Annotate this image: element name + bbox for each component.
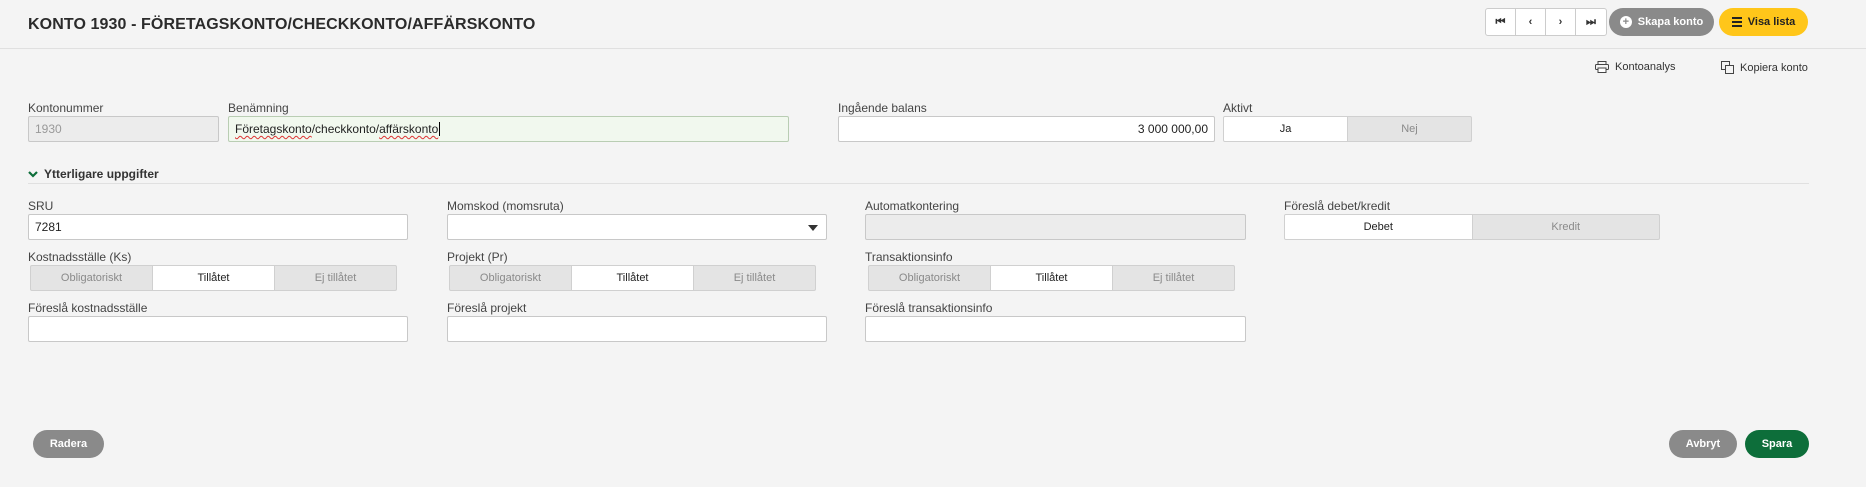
copy-account-link[interactable]: Kopiera konto [1721,61,1808,74]
debit-credit-toggle: Debet Kredit [1284,214,1660,240]
cost-center-policy: Obligatoriskt Tillåtet Ej tillåtet [30,265,397,291]
cost-center-not-allowed[interactable]: Ej tillåtet [275,266,396,290]
previous-record-icon[interactable]: ‹ [1516,9,1546,35]
create-account-label: Skapa konto [1637,16,1704,28]
project-mandatory[interactable]: Obligatoriskt [450,266,572,290]
cost-center-mandatory[interactable]: Obligatoriskt [31,266,153,290]
active-label: Aktivt [1223,101,1253,115]
name-label: Benämning [228,101,289,115]
chevron-down-icon [28,171,38,178]
additional-details-title: Ytterligare uppgifter [44,167,159,181]
auto-posting-label: Automatkontering [865,199,960,213]
transaction-mandatory[interactable]: Obligatoriskt [869,266,991,290]
printer-icon [1595,61,1609,73]
project-allowed[interactable]: Tillåtet [572,266,694,290]
delete-button[interactable]: Radera [33,430,104,458]
opening-balance-label: Ingående balans [838,101,927,115]
debit-credit-label: Föreslå debet/kredit [1284,199,1391,213]
name-field[interactable]: Företagskonto/checkkonto/affärskonto [228,116,789,142]
project-label: Projekt (Pr) [447,250,508,264]
opening-balance-field[interactable]: 3 000 000,00 [838,116,1215,142]
copy-account-label: Kopiera konto [1740,61,1808,74]
plus-icon: + [1619,16,1632,28]
show-list-label: Visa lista [1747,16,1796,28]
name-value-part3: affärskonto [379,122,439,136]
chevron-down-icon [808,225,818,231]
name-value-part1: Företagskonto [235,122,312,136]
project-not-allowed[interactable]: Ej tillåtet [694,266,815,290]
active-no-option[interactable]: Nej [1348,117,1471,141]
active-toggle: Ja Nej [1223,116,1472,142]
show-list-button[interactable]: Visa lista [1719,8,1808,36]
debit-option[interactable]: Debet [1285,215,1473,239]
account-analysis-link[interactable]: Kontoanalys [1595,61,1676,73]
last-record-icon[interactable]: ⏭ [1576,9,1606,35]
transaction-info-label: Transaktionsinfo [865,250,953,264]
project-policy: Obligatoriskt Tillåtet Ej tillåtet [449,265,816,291]
next-record-icon[interactable]: › [1546,9,1576,35]
copy-icon [1721,61,1734,74]
transaction-info-policy: Obligatoriskt Tillåtet Ej tillåtet [868,265,1235,291]
list-icon [1731,17,1742,27]
suggest-project-field[interactable] [447,316,827,342]
suggest-cost-center-label: Föreslå kostnadsställe [28,301,148,315]
sru-field[interactable]: 7281 [28,214,408,240]
auto-posting-field [865,214,1246,240]
suggest-project-label: Föreslå projekt [447,301,527,315]
name-value-part2: /checkkonto/ [311,122,380,136]
transaction-allowed[interactable]: Tillåtet [991,266,1113,290]
suggest-transaction-field[interactable] [865,316,1246,342]
header-divider [0,48,1866,49]
section-divider [28,183,1809,184]
page-title: KONTO 1930 - FÖRETAGSKONTO/CHECKKONTO/AF… [28,16,536,33]
credit-option[interactable]: Kredit [1473,215,1660,239]
vat-code-label: Momskod (momsruta) [447,199,564,213]
create-account-button[interactable]: + Skapa konto [1609,8,1714,36]
transaction-not-allowed[interactable]: Ej tillåtet [1113,266,1234,290]
first-record-icon[interactable]: ⏮ [1486,9,1516,35]
record-navigation: ⏮ ‹ › ⏭ [1485,8,1607,36]
suggest-transaction-label: Föreslå transaktionsinfo [865,301,993,315]
cost-center-allowed[interactable]: Tillåtet [153,266,275,290]
cancel-button[interactable]: Avbryt [1669,430,1737,458]
active-yes-option[interactable]: Ja [1224,117,1348,141]
sru-label: SRU [28,199,54,213]
cost-center-label: Kostnadsställe (Ks) [28,250,132,264]
text-cursor [439,122,441,136]
account-analysis-label: Kontoanalys [1615,61,1676,73]
account-number-field: 1930 [28,116,219,142]
additional-details-toggle[interactable]: Ytterligare uppgifter [28,167,159,181]
suggest-cost-center-field[interactable] [28,316,408,342]
vat-code-select[interactable] [447,214,827,240]
save-button[interactable]: Spara [1745,430,1809,458]
account-number-label: Kontonummer [28,101,104,115]
